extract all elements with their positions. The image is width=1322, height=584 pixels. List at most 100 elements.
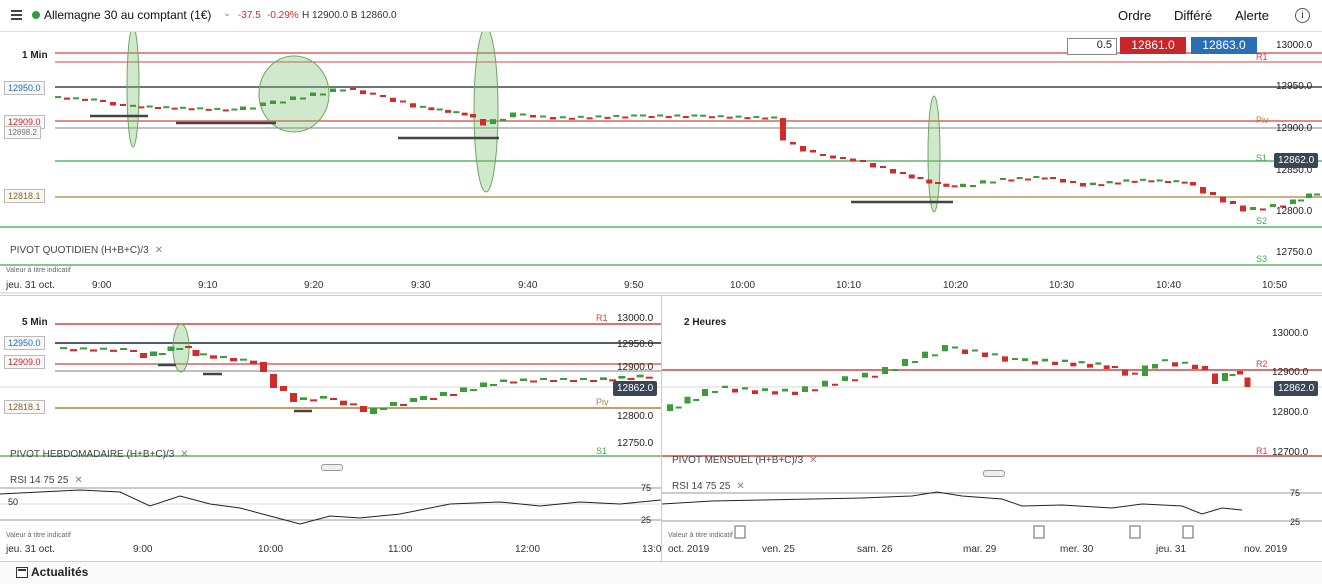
timeframe-label: 2 Heures	[684, 317, 727, 328]
event-calendar-icon	[1182, 525, 1194, 539]
candle	[120, 104, 126, 106]
close-icon[interactable]: ✕	[180, 449, 188, 460]
rsi-text: RSI 14 75 25	[672, 481, 731, 492]
price-tick: 12800.0	[1276, 206, 1313, 217]
candle	[1181, 181, 1188, 184]
candle	[860, 160, 866, 162]
hamburger-icon[interactable]	[11, 10, 22, 20]
resize-handle[interactable]	[983, 470, 1005, 477]
chart-1min-canvas[interactable]	[0, 32, 1322, 294]
candle	[570, 380, 577, 382]
candle	[410, 103, 416, 108]
candle	[667, 404, 673, 411]
candle	[320, 396, 327, 399]
candle	[1173, 180, 1180, 183]
chevron-down-icon[interactable]: ⌄	[223, 8, 231, 19]
candle	[682, 116, 689, 118]
candle	[830, 155, 836, 159]
candle	[1042, 358, 1048, 362]
instrument-name[interactable]: Allemagne 30 au comptant (1€)	[44, 8, 211, 22]
price-tick: 12700.0	[1272, 447, 1309, 458]
candle	[586, 117, 593, 120]
candle	[155, 107, 161, 109]
candle	[744, 117, 751, 120]
order-button[interactable]: Ordre	[1118, 8, 1151, 23]
candle	[908, 174, 915, 179]
candle	[280, 386, 287, 391]
candle	[1012, 358, 1018, 360]
time-tick: 10:00	[258, 544, 284, 555]
news-label[interactable]: Actualités	[31, 565, 88, 579]
time-tick: 10:10	[836, 280, 862, 291]
pivot-type-label: PIVOT MENSUEL (H+B+C)/3 ✕	[672, 455, 818, 466]
candle	[64, 97, 70, 100]
time-tick: 12:00	[515, 544, 541, 555]
candle	[1162, 359, 1168, 362]
level-value-r: 12950.0	[4, 336, 45, 350]
candle	[270, 374, 277, 388]
info-icon[interactable]: i	[1295, 8, 1310, 23]
candle	[430, 398, 437, 400]
event-calendar-icon	[734, 525, 746, 539]
candle	[802, 386, 808, 392]
alert-button[interactable]: Alerte	[1235, 8, 1269, 23]
rsi-text: RSI 14 75 25	[10, 475, 69, 486]
candle	[952, 346, 958, 349]
candle	[350, 403, 357, 406]
pivot-type-text: PIVOT QUOTIDIEN (H+B+C)/3	[10, 245, 149, 256]
candle	[702, 389, 708, 396]
candle	[146, 105, 153, 108]
chart-panel-2h[interactable]: 2 Heures PIVOT MENSUEL (H+B+C)/3 ✕ RSI 14…	[662, 295, 1322, 561]
candle	[771, 116, 778, 119]
time-tick: 9:20	[304, 280, 324, 291]
chart-2h-canvas[interactable]	[662, 296, 1322, 561]
candle	[1229, 374, 1236, 376]
candle	[340, 400, 347, 406]
time-tick: 10:20	[943, 280, 969, 291]
close-icon[interactable]: ✕	[74, 475, 82, 486]
high-low: H 12900.0 B 12860.0	[302, 10, 397, 21]
chart-5min-canvas[interactable]	[0, 296, 661, 561]
candle	[1250, 207, 1256, 210]
candle	[693, 399, 700, 401]
sell-button[interactable]: 12861.0	[1120, 37, 1186, 54]
annotation-ellipse	[473, 32, 499, 193]
close-icon[interactable]: ✕	[155, 245, 163, 256]
quantity-input[interactable]: 0.5	[1067, 38, 1117, 55]
candle	[1000, 178, 1006, 180]
candle	[1052, 361, 1058, 365]
candle	[850, 158, 856, 162]
close-icon[interactable]: ✕	[736, 481, 744, 492]
candle	[1165, 181, 1171, 183]
candle	[962, 349, 968, 354]
disclaimer: Valeur à titre indicatif	[668, 532, 733, 539]
market-status-icon	[32, 11, 40, 19]
candle	[820, 154, 826, 156]
candle	[461, 112, 468, 116]
buy-button[interactable]: 12863.0	[1191, 37, 1257, 54]
candle	[900, 172, 906, 174]
chart-panel-5min[interactable]: 5 Min 12950.0 12909.0 12818.1 PIVOT HEBD…	[0, 295, 662, 561]
news-bar[interactable]: Actualités	[0, 561, 1322, 584]
level-r1: R1	[1256, 446, 1268, 456]
candle	[1041, 177, 1048, 180]
candle	[1314, 193, 1320, 196]
close-icon[interactable]: ✕	[809, 455, 817, 466]
price-change: -37.5	[238, 10, 261, 21]
chart-panel-1min[interactable]: 1 Min 12950.0 12909.0 12898.2 12818.1 PI…	[0, 32, 1322, 294]
deferred-order-button[interactable]: Différé	[1174, 8, 1212, 23]
candle	[300, 397, 307, 400]
candle	[640, 114, 646, 117]
candle	[674, 114, 681, 117]
date-label: jeu. 31 oct.	[6, 544, 55, 555]
resize-handle[interactable]	[321, 464, 343, 471]
time-tick: 10:00	[730, 280, 756, 291]
event-calendar-icon	[1033, 525, 1045, 539]
time-tick: 9:00	[133, 544, 153, 555]
candle	[370, 92, 376, 95]
event-calendar-icon	[1129, 525, 1141, 539]
candle	[1025, 178, 1031, 181]
price-tick: 12750.0	[617, 438, 654, 449]
pivot-type-label: PIVOT HEBDOMADAIRE (H+B+C)/3 ✕	[10, 449, 189, 460]
candle	[1022, 358, 1028, 361]
